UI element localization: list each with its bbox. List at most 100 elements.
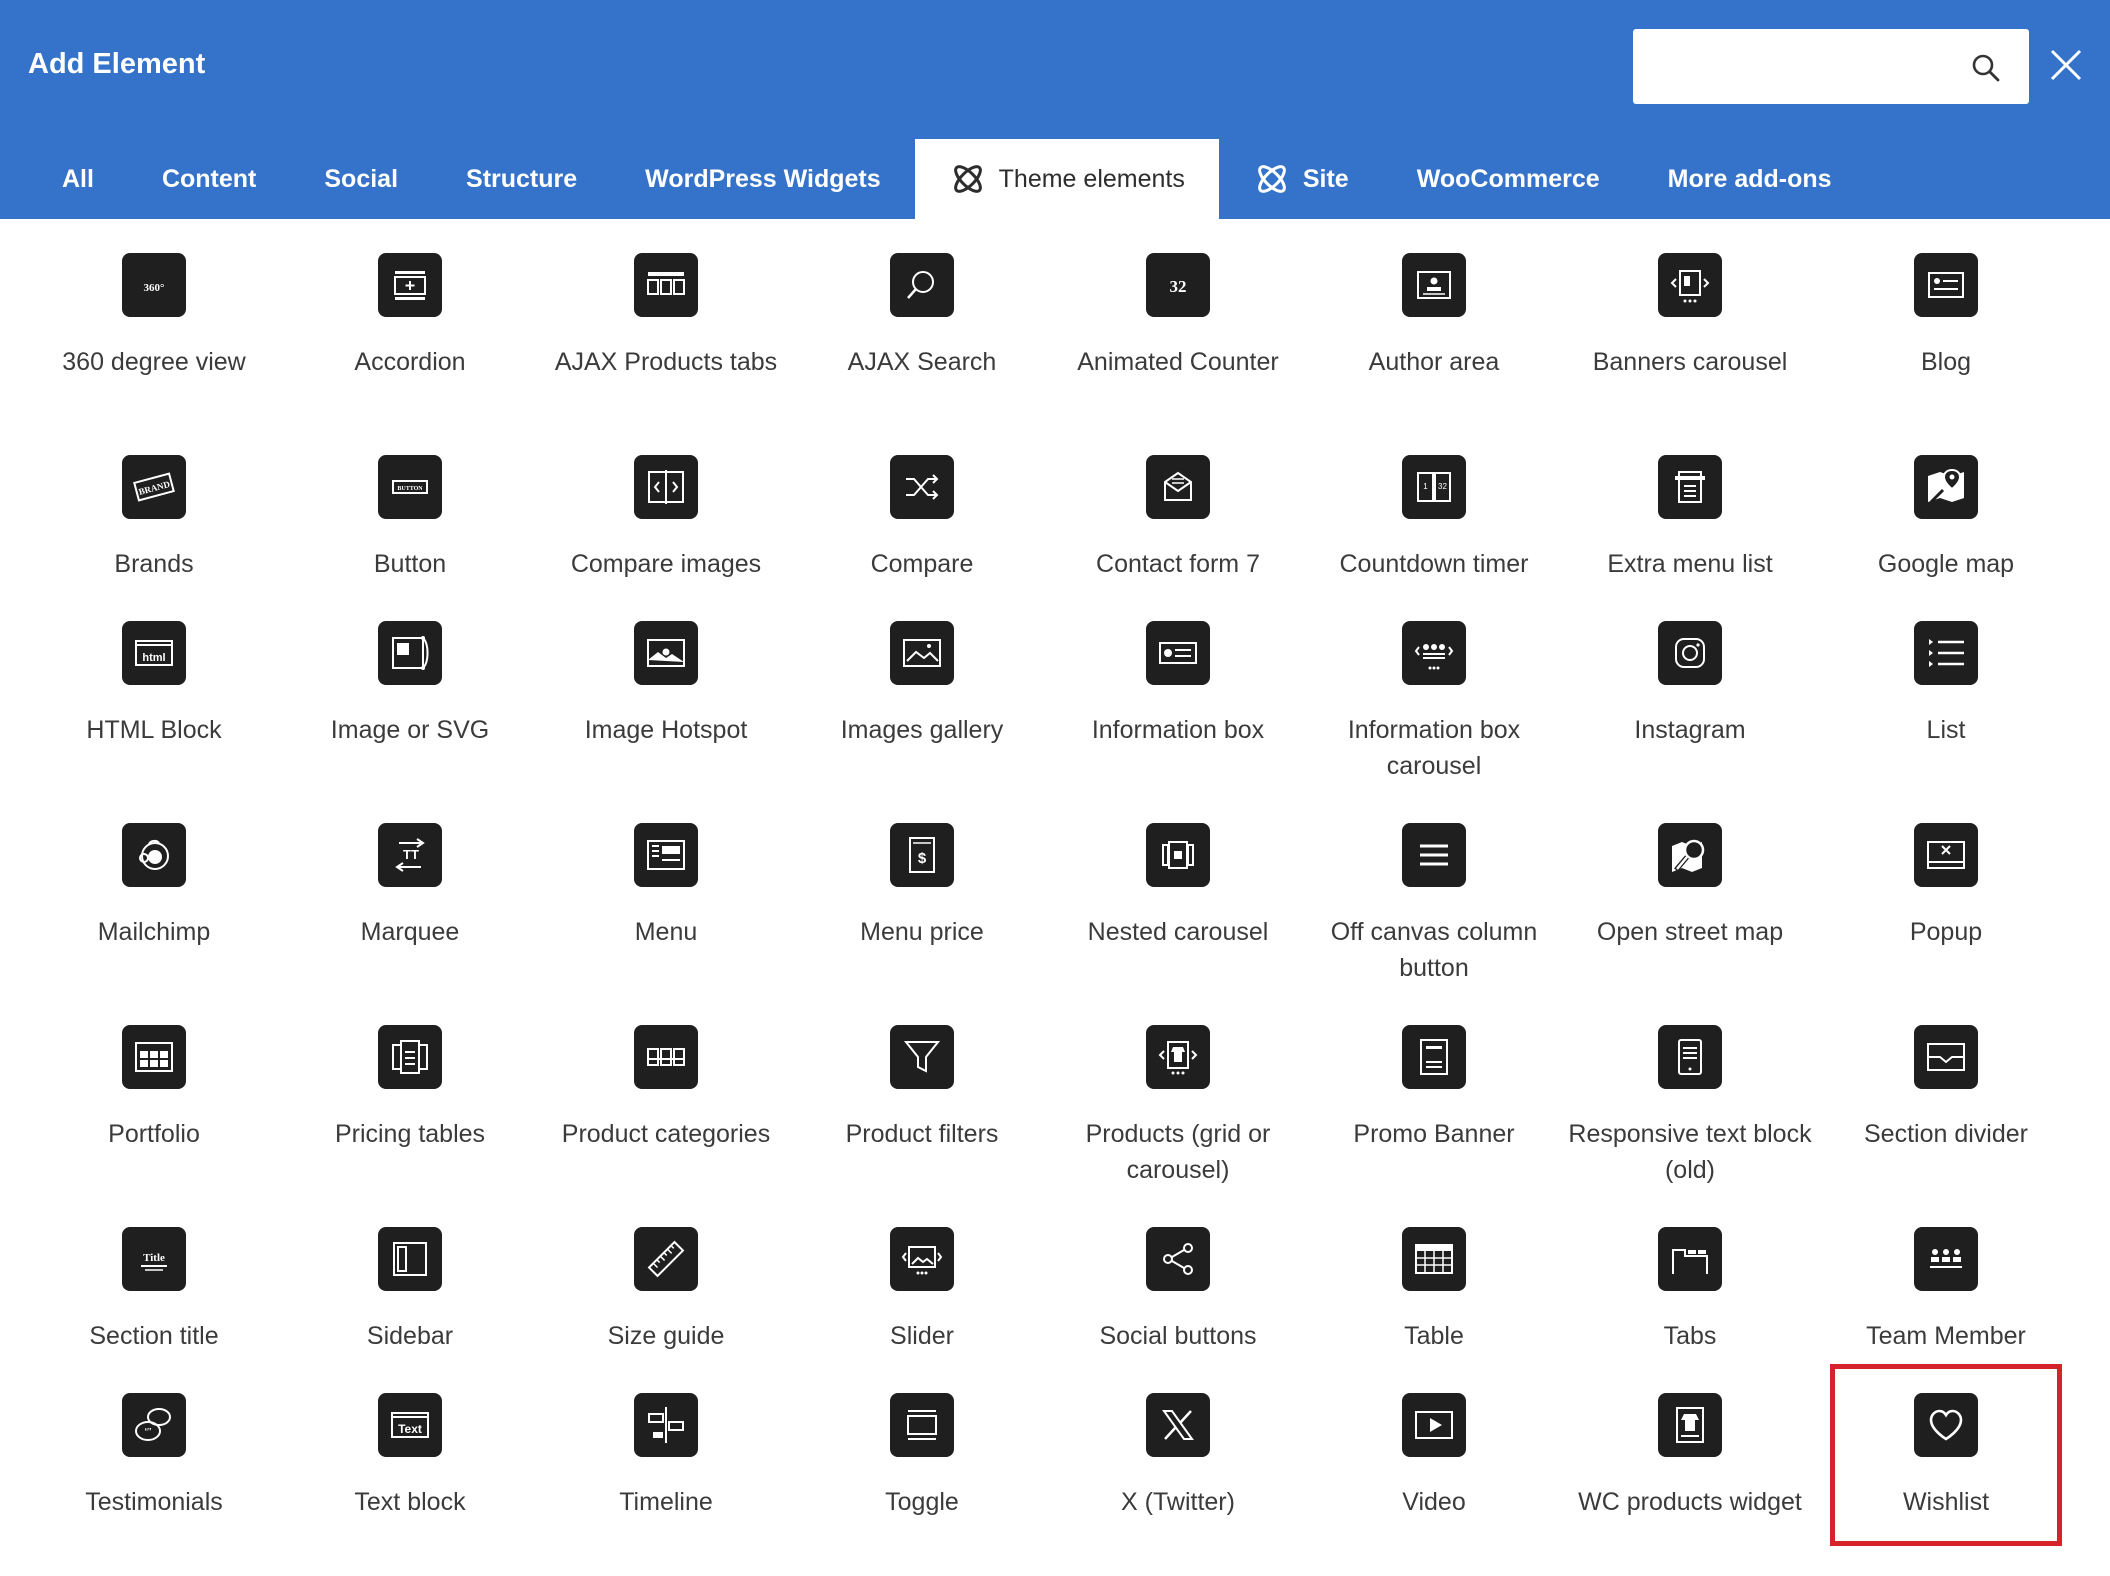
timeline-icon: [634, 1393, 698, 1457]
element-instagram[interactable]: Instagram: [1562, 587, 1818, 789]
element-label: Testimonials: [85, 1488, 223, 1516]
element-product-categories[interactable]: Product categories: [538, 991, 794, 1193]
element-compare[interactable]: Compare: [794, 421, 1050, 587]
svg-text:32: 32: [1438, 482, 1447, 491]
element-label: 360 degree view: [62, 348, 246, 376]
element-sidebar[interactable]: Sidebar: [282, 1193, 538, 1359]
search-icon[interactable]: [1971, 53, 2001, 83]
element-table[interactable]: Table: [1306, 1193, 1562, 1359]
close-icon[interactable]: [2046, 45, 2086, 85]
element-contact-form-7[interactable]: Contact form 7: [1050, 421, 1306, 587]
svg-text:html: html: [142, 652, 165, 664]
element-label: Wishlist: [1902, 1488, 1990, 1516]
element-portfolio[interactable]: Portfolio: [26, 991, 282, 1193]
element-product-filters[interactable]: Product filters: [794, 991, 1050, 1193]
element-button[interactable]: BUTTON Button: [282, 421, 538, 587]
svg-text:1: 1: [1423, 482, 1428, 491]
element-nested-carousel[interactable]: Nested carousel: [1050, 789, 1306, 991]
element-open-street-map[interactable]: Open street map: [1562, 789, 1818, 991]
title-icon: Title: [122, 1227, 186, 1291]
element-label: Image Hotspot: [584, 716, 748, 744]
element-mailchimp[interactable]: Mailchimp: [26, 789, 282, 991]
element-social-buttons[interactable]: Social buttons: [1050, 1193, 1306, 1359]
element-label: Author area: [1368, 348, 1500, 376]
element-toggle[interactable]: Toggle: [794, 1359, 1050, 1525]
tab-structure[interactable]: Structure: [432, 139, 611, 219]
tab-more-add-ons[interactable]: More add-ons: [1634, 139, 1866, 219]
element-wishlist[interactable]: Wishlist: [1818, 1359, 2074, 1525]
products-icon: [1146, 1025, 1210, 1089]
element-section-title[interactable]: Title Section title: [26, 1193, 282, 1359]
element-google-map[interactable]: Google map: [1818, 421, 2074, 587]
element-extra-menu-list[interactable]: Extra menu list: [1562, 421, 1818, 587]
element-blog[interactable]: Blog: [1818, 219, 2074, 421]
mailchimp-icon: [122, 823, 186, 887]
element-size-guide[interactable]: Size guide: [538, 1193, 794, 1359]
element-marquee[interactable]: TT Marquee: [282, 789, 538, 991]
element-label: Section divider: [1864, 1120, 2028, 1148]
element-label: Promo Banner: [1353, 1120, 1515, 1148]
element-compare-images[interactable]: Compare images: [538, 421, 794, 587]
ruler-icon: [634, 1227, 698, 1291]
element-label: Section title: [89, 1322, 219, 1350]
360-view-icon: 360°: [122, 253, 186, 317]
element-team-member[interactable]: Team Member: [1818, 1193, 2074, 1359]
element-menu-price[interactable]: $ Menu price: [794, 789, 1050, 991]
element-off-canvas-column-button[interactable]: Off canvas column button: [1306, 789, 1562, 991]
element-label: Nested carousel: [1087, 918, 1269, 946]
element-banners-carousel[interactable]: Banners carousel: [1562, 219, 1818, 421]
html-icon: html: [122, 621, 186, 685]
element-images-gallery[interactable]: Images gallery: [794, 587, 1050, 789]
search-input[interactable]: [1647, 29, 1961, 106]
element-slider[interactable]: Slider: [794, 1193, 1050, 1359]
element-testimonials[interactable]: “” Testimonials: [26, 1359, 282, 1525]
element-x-twitter[interactable]: X (Twitter): [1050, 1359, 1306, 1525]
share-icon: [1146, 1227, 1210, 1291]
element-html-block[interactable]: html HTML Block: [26, 587, 282, 789]
accordion-icon: [378, 253, 442, 317]
promo-banner-icon: [1402, 1025, 1466, 1089]
tab-wordpress-widgets[interactable]: WordPress Widgets: [611, 139, 914, 219]
element-information-box[interactable]: Information box: [1050, 587, 1306, 789]
element-menu[interactable]: Menu: [538, 789, 794, 991]
tab-woocommerce[interactable]: WooCommerce: [1383, 139, 1634, 219]
element-tabs[interactable]: Tabs: [1562, 1193, 1818, 1359]
svg-text:32: 32: [1170, 277, 1187, 296]
element-wc-products-widget[interactable]: WC products widget: [1562, 1359, 1818, 1525]
element-responsive-text-block-old[interactable]: Responsive text block (old): [1562, 991, 1818, 1193]
counter-icon: 32: [1146, 253, 1210, 317]
element-ajax-products-tabs[interactable]: AJAX Products tabs: [538, 219, 794, 421]
element-label: Extra menu list: [1607, 550, 1773, 578]
element-promo-banner[interactable]: Promo Banner: [1306, 991, 1562, 1193]
tab-theme-elements[interactable]: Theme elements: [914, 139, 1219, 219]
element-animated-counter[interactable]: 32 Animated Counter: [1050, 219, 1306, 421]
element-products-grid-or-carousel[interactable]: Products (grid or carousel): [1050, 991, 1306, 1193]
envelope-icon: [1146, 455, 1210, 519]
element-information-box-carousel[interactable]: Information box carousel: [1306, 587, 1562, 789]
element-text-block[interactable]: Text Text block: [282, 1359, 538, 1525]
search-box[interactable]: [1633, 29, 2029, 106]
tab-content[interactable]: Content: [128, 139, 290, 219]
element-brands[interactable]: BRAND Brands: [26, 421, 282, 587]
element-section-divider[interactable]: Section divider: [1818, 991, 2074, 1193]
element-360-degree-view[interactable]: 360° 360 degree view: [26, 219, 282, 421]
element-countdown-timer[interactable]: 1 32 Countdown timer: [1306, 421, 1562, 587]
team-icon: [1914, 1227, 1978, 1291]
menu-icon: [634, 823, 698, 887]
element-popup[interactable]: Popup: [1818, 789, 2074, 991]
tab-bar: All Content Social Structure WordPress Widge…: [35, 139, 1866, 219]
element-list[interactable]: List: [1818, 587, 2074, 789]
theme-logo-icon: [1257, 165, 1286, 193]
tab-site[interactable]: Site: [1219, 139, 1383, 219]
element-pricing-tables[interactable]: Pricing tables: [282, 991, 538, 1193]
element-video[interactable]: Video: [1306, 1359, 1562, 1525]
element-label: Mailchimp: [97, 918, 211, 946]
element-image-hotspot[interactable]: Image Hotspot: [538, 587, 794, 789]
element-author-area[interactable]: Author area: [1306, 219, 1562, 421]
element-ajax-search[interactable]: AJAX Search: [794, 219, 1050, 421]
element-timeline[interactable]: Timeline: [538, 1359, 794, 1525]
tab-all[interactable]: All: [35, 139, 128, 219]
element-image-or-svg[interactable]: Image or SVG: [282, 587, 538, 789]
element-accordion[interactable]: Accordion: [282, 219, 538, 421]
tab-social[interactable]: Social: [290, 139, 432, 219]
